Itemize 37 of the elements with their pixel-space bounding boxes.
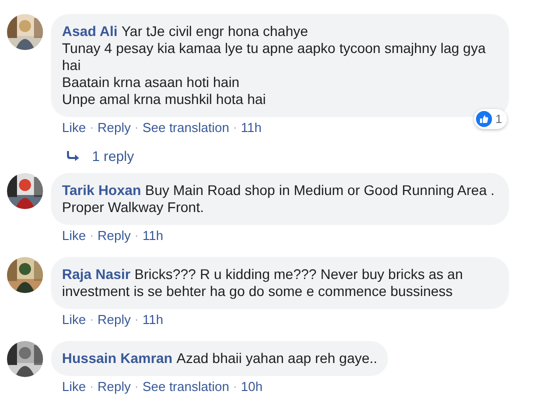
author-name[interactable]: Tarik Hoxan — [62, 182, 142, 198]
action-link[interactable]: Like — [62, 227, 86, 245]
action-link[interactable]: See translation — [142, 378, 230, 396]
action-link[interactable]: Like — [62, 378, 86, 396]
separator-dot: · — [134, 229, 138, 244]
action-link[interactable]: Like — [62, 311, 86, 329]
separator-dot: · — [90, 229, 94, 244]
separator-dot: · — [233, 121, 237, 136]
action-link[interactable]: Reply — [98, 378, 131, 396]
comment-text: Asad Ali Yar tJe civil engr hona chahye Tunay 4 pesay kia kamaa lye tu apne aapko tycoon smajhny lag gya hai Baatain krna asaan hoti hain Unpe amal krna mushkil hota hai — [62, 23, 487, 108]
comment-text: Tarik Hoxan Buy Main Road shop in Medium or Good Running Area . Proper Walkway Front. — [62, 182, 496, 216]
comment-text: Hussain Kamran Azad bhaii yahan aap reh gaye.. — [62, 350, 378, 367]
thumbs-up-icon — [476, 111, 492, 127]
timestamp: 11h — [142, 311, 164, 329]
author-name[interactable]: Raja Nasir — [62, 266, 130, 282]
action-link[interactable]: Reply — [98, 311, 131, 329]
reaction-count: 1 — [495, 111, 502, 128]
separator-dot: · — [134, 121, 138, 136]
action-link[interactable]: Reply — [98, 227, 131, 245]
reaction-badge[interactable]: 1 — [474, 109, 507, 129]
separator-dot: · — [90, 313, 94, 328]
separator-dot: · — [90, 121, 94, 136]
comment-text: Raja Nasir Bricks??? R u kidding me??? Never buy bricks as an investment is se behter ha go do some e commence bussiness — [62, 266, 464, 300]
author-name[interactable]: Hussain Kamran — [62, 350, 172, 366]
action-link[interactable]: Like — [62, 119, 86, 137]
separator-dot: · — [134, 380, 138, 395]
author-name[interactable]: Asad Ali — [62, 23, 118, 39]
action-link[interactable]: See translation — [142, 119, 230, 137]
timestamp: 11h — [142, 227, 164, 245]
timestamp: 11h — [240, 119, 262, 137]
separator-dot: · — [134, 313, 138, 328]
reply-arrow-icon — [67, 151, 79, 161]
separator-dot: · — [90, 380, 94, 395]
action-link[interactable]: Reply — [98, 119, 131, 137]
separator-dot: · — [233, 380, 237, 395]
replies-link[interactable]: 1 reply — [51, 147, 509, 165]
timestamp: 10h — [240, 378, 263, 396]
